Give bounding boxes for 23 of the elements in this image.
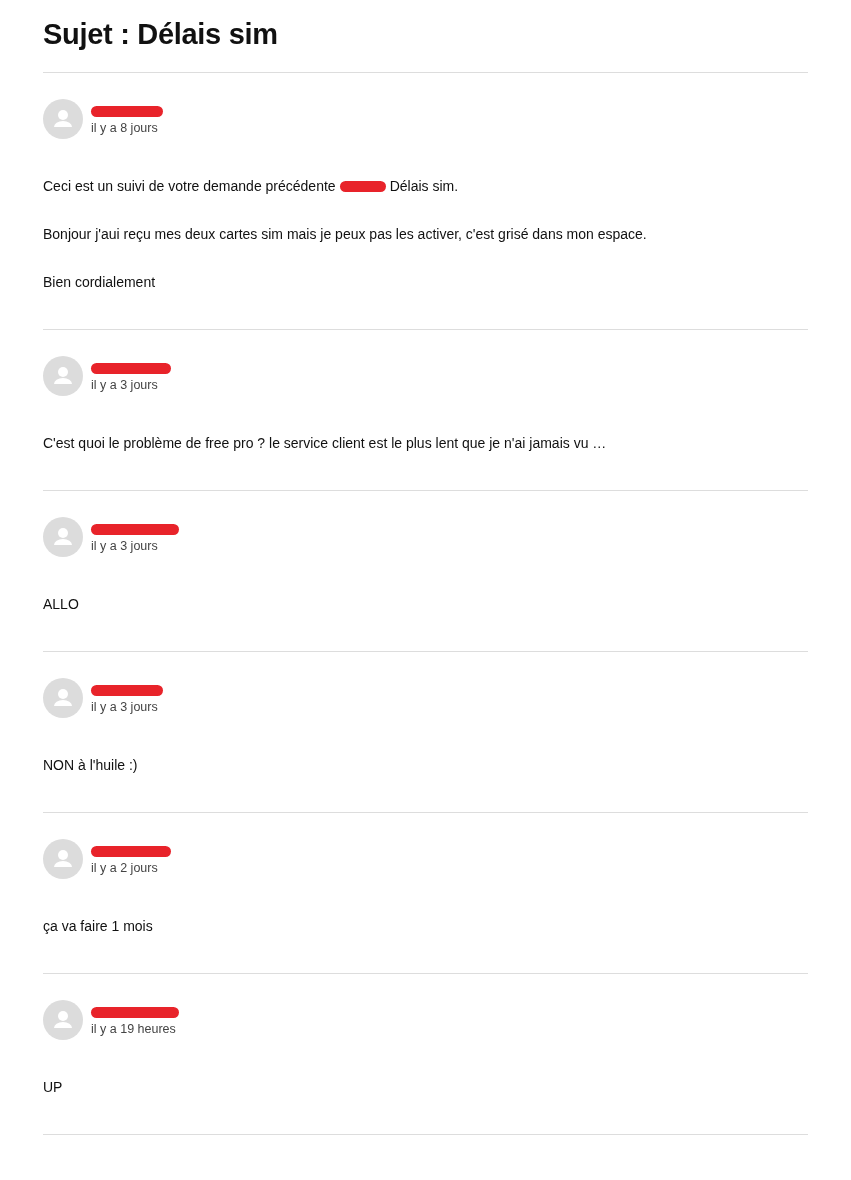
post-time: il y a 19 heures bbox=[91, 1021, 177, 1037]
avatar-icon bbox=[43, 678, 83, 718]
message-text: Ceci est un suivi de votre demande précédente bbox=[43, 177, 336, 196]
message-text: Bien cordialement bbox=[43, 273, 156, 292]
post-time: il y a 2 jours bbox=[91, 860, 159, 876]
post-time: il y a 3 jours bbox=[91, 538, 159, 554]
redaction-mark bbox=[339, 180, 386, 192]
message-text: UP bbox=[43, 1078, 63, 1097]
avatar-icon bbox=[43, 356, 83, 396]
post-time: il y a 3 jours bbox=[91, 377, 159, 393]
post-time: il y a 8 jours bbox=[91, 120, 159, 136]
message-text: Bonjour j'aui reçu mes deux cartes sim mais je peux pas les activer, c'est grisé dans mon espace. bbox=[43, 225, 647, 244]
message-text: Délais sim. bbox=[389, 177, 459, 196]
message-text: ALLO bbox=[43, 595, 79, 614]
avatar-icon bbox=[43, 1000, 83, 1040]
avatar-icon bbox=[43, 517, 83, 557]
message-text: ça va faire 1 mois bbox=[43, 917, 153, 936]
message-text: NON à l'huile :) bbox=[43, 756, 138, 775]
avatar-icon bbox=[43, 839, 83, 879]
message-text: C'est quoi le problème de free pro ? le service client est le plus lent que je n'ai jamais vu … bbox=[43, 434, 607, 453]
post-time: il y a 3 jours bbox=[91, 699, 159, 715]
topic-title: Sujet : Délais sim bbox=[43, 16, 808, 73]
avatar-icon bbox=[43, 99, 83, 139]
